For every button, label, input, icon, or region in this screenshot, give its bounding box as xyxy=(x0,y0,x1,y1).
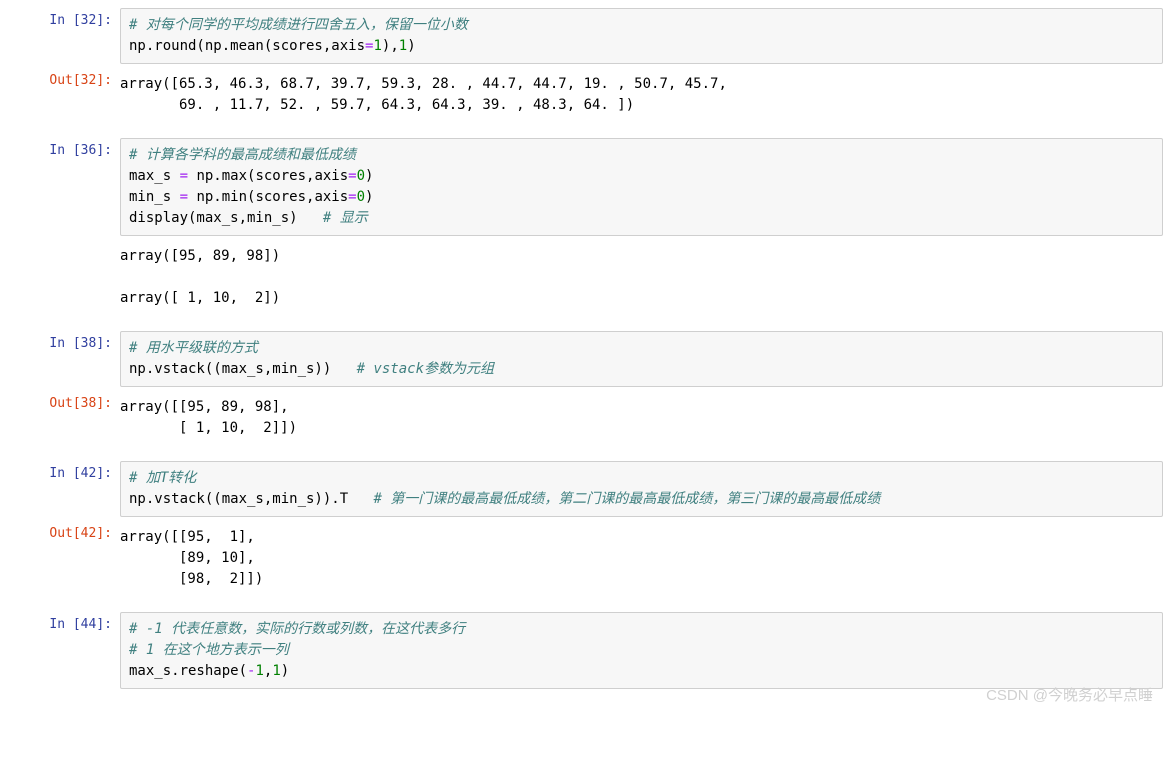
output-cell: Out[38]:array([[95, 89, 98], [ 1, 10, 2]… xyxy=(0,391,1171,445)
output-cell: Out[32]:array([65.3, 46.3, 68.7, 39.7, 5… xyxy=(0,68,1171,122)
code-input[interactable]: # 用水平级联的方式 np.vstack((max_s,min_s)) # vs… xyxy=(120,331,1163,387)
in-prompt: In [38]: xyxy=(0,331,120,387)
in-prompt: In [36]: xyxy=(0,138,120,236)
in-prompt: In [44]: xyxy=(0,612,120,689)
notebook-container: In [32]:# 对每个同学的平均成绩进行四舍五入，保留一位小数 np.rou… xyxy=(0,8,1171,705)
in-prompt: In [42]: xyxy=(0,461,120,517)
input-cell: In [42]:# 加T转化 np.vstack((max_s,min_s)).… xyxy=(0,461,1171,517)
output-text: array([65.3, 46.3, 68.7, 39.7, 59.3, 28.… xyxy=(120,68,1163,122)
code-input[interactable]: # 加T转化 np.vstack((max_s,min_s)).T # 第一门课… xyxy=(120,461,1163,517)
output-text: array([[95, 1], [89, 10], [98, 2]]) xyxy=(120,521,1163,596)
output-text: array([[95, 89, 98], [ 1, 10, 2]]) xyxy=(120,391,1163,445)
in-prompt: In [32]: xyxy=(0,8,120,64)
out-prompt: Out[42]: xyxy=(0,521,120,596)
output-text: array([95, 89, 98]) array([ 1, 10, 2]) xyxy=(120,240,1163,315)
output-cell: array([95, 89, 98]) array([ 1, 10, 2]) xyxy=(0,240,1171,315)
code-input[interactable]: # 对每个同学的平均成绩进行四舍五入，保留一位小数 np.round(np.me… xyxy=(120,8,1163,64)
out-prompt: Out[38]: xyxy=(0,391,120,445)
input-cell: In [44]:# -1 代表任意数，实际的行数或列数，在这代表多行 # 1 在… xyxy=(0,612,1171,689)
input-cell: In [32]:# 对每个同学的平均成绩进行四舍五入，保留一位小数 np.rou… xyxy=(0,8,1171,64)
code-input[interactable]: # 计算各学科的最高成绩和最低成绩 max_s = np.max(scores,… xyxy=(120,138,1163,236)
code-input[interactable]: # -1 代表任意数，实际的行数或列数，在这代表多行 # 1 在这个地方表示一列… xyxy=(120,612,1163,689)
output-cell: Out[42]:array([[95, 1], [89, 10], [98, 2… xyxy=(0,521,1171,596)
input-cell: In [38]:# 用水平级联的方式 np.vstack((max_s,min_… xyxy=(0,331,1171,387)
out-prompt: Out[32]: xyxy=(0,68,120,122)
out-prompt xyxy=(0,240,120,315)
input-cell: In [36]:# 计算各学科的最高成绩和最低成绩 max_s = np.max… xyxy=(0,138,1171,236)
